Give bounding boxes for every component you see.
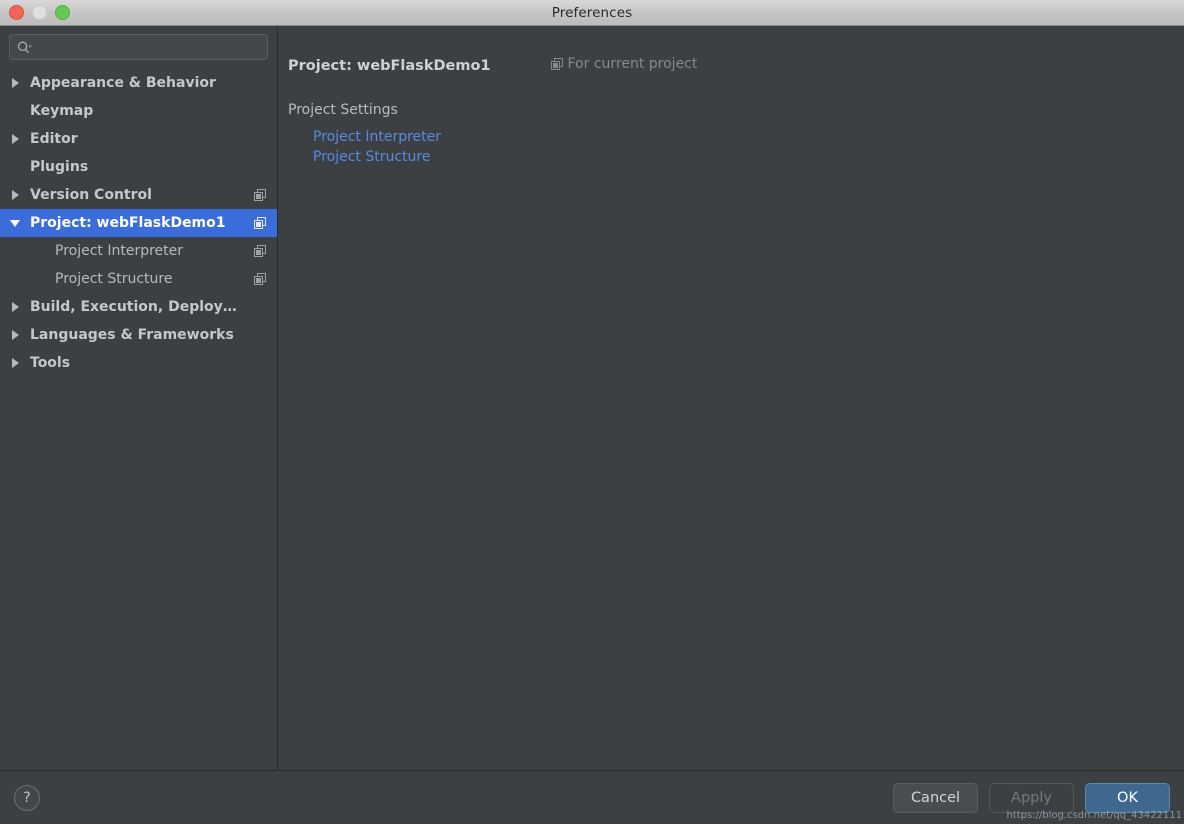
sidebar-item-project-webflaskdemo1[interactable]: Project: webFlaskDemo1 bbox=[0, 209, 277, 237]
chevron-right-icon[interactable] bbox=[0, 134, 30, 144]
content-header: Project: webFlaskDemo1 For current proje… bbox=[288, 56, 1184, 78]
sidebar-item-tools[interactable]: Tools bbox=[0, 349, 277, 377]
sidebar-item-label: Project: webFlaskDemo1 bbox=[30, 215, 226, 231]
sidebar-item-label: Editor bbox=[30, 131, 78, 147]
search-container bbox=[0, 26, 277, 66]
preferences-window: Preferences Appearance & Behavior Keymap bbox=[0, 0, 1184, 824]
copy-icon bbox=[251, 189, 269, 201]
close-window-button[interactable] bbox=[9, 5, 24, 20]
cancel-button[interactable]: Cancel bbox=[893, 782, 978, 813]
chevron-right-icon[interactable] bbox=[0, 190, 30, 200]
sidebar-item-label: Project Structure bbox=[55, 271, 173, 287]
sidebar-item-label: Version Control bbox=[30, 187, 152, 203]
window-title: Preferences bbox=[551, 4, 633, 21]
sidebar-item-version-control[interactable]: Version Control bbox=[0, 181, 277, 209]
chevron-right-icon[interactable] bbox=[0, 330, 30, 340]
sidebar-item-project-interpreter[interactable]: Project Interpreter bbox=[0, 237, 277, 265]
dialog-footer: ? Cancel Apply OK https://blog.csdn.net/… bbox=[0, 770, 1184, 824]
sidebar-item-languages-frameworks[interactable]: Languages & Frameworks bbox=[0, 321, 277, 349]
page-title: Project: webFlaskDemo1 bbox=[288, 58, 491, 74]
scope-note: For current project bbox=[550, 56, 698, 72]
settings-content-panel: Project: webFlaskDemo1 For current proje… bbox=[278, 26, 1184, 770]
sidebar-item-label: Appearance & Behavior bbox=[30, 75, 216, 91]
sidebar-item-label: Languages & Frameworks bbox=[30, 327, 234, 343]
chevron-right-icon[interactable] bbox=[0, 358, 30, 368]
apply-button: Apply bbox=[989, 782, 1074, 813]
sidebar-item-appearance-behavior[interactable]: Appearance & Behavior bbox=[0, 69, 277, 97]
chevron-right-icon[interactable] bbox=[0, 302, 30, 312]
copy-icon bbox=[251, 273, 269, 285]
sidebar-item-build-execution-deployment[interactable]: Build, Execution, Deployment bbox=[0, 293, 277, 321]
chevron-right-icon[interactable] bbox=[0, 78, 30, 88]
sidebar-item-label: Tools bbox=[30, 355, 71, 371]
sidebar-item-editor[interactable]: Editor bbox=[0, 125, 277, 153]
sidebar-item-label: Plugins bbox=[30, 159, 89, 175]
scope-note-label: For current project bbox=[567, 56, 698, 72]
search-icon bbox=[17, 41, 32, 54]
sidebar-item-keymap[interactable]: Keymap bbox=[0, 97, 277, 125]
dialog-buttons: Cancel Apply OK bbox=[893, 782, 1170, 813]
project-settings-links: Project Interpreter Project Structure bbox=[288, 129, 1184, 165]
sidebar-item-label: Keymap bbox=[30, 103, 94, 119]
chevron-down-icon[interactable] bbox=[0, 219, 30, 227]
dialog-body: Appearance & Behavior Keymap Editor Plugins… bbox=[0, 26, 1184, 770]
sidebar-item-plugins[interactable]: Plugins bbox=[0, 153, 277, 181]
copy-icon bbox=[251, 245, 269, 257]
settings-sidebar: Appearance & Behavior Keymap Editor Plugins… bbox=[0, 26, 278, 770]
sidebar-item-label: Project Interpreter bbox=[55, 243, 184, 259]
minimize-window-button[interactable] bbox=[32, 5, 47, 20]
ok-button[interactable]: OK bbox=[1085, 782, 1170, 813]
zoom-window-button[interactable] bbox=[55, 5, 70, 20]
section-label: Project Settings bbox=[288, 102, 398, 118]
link-project-interpreter[interactable]: Project Interpreter bbox=[313, 129, 441, 145]
sidebar-item-label: Build, Execution, Deployment bbox=[30, 299, 245, 315]
search-box[interactable] bbox=[9, 34, 268, 60]
link-project-structure[interactable]: Project Structure bbox=[313, 149, 430, 165]
settings-tree: Appearance & Behavior Keymap Editor Plugins… bbox=[0, 66, 277, 770]
copy-icon bbox=[251, 217, 269, 229]
copy-icon bbox=[550, 58, 563, 70]
sidebar-item-project-structure[interactable]: Project Structure bbox=[0, 265, 277, 293]
help-button[interactable]: ? bbox=[14, 784, 40, 811]
window-controls bbox=[0, 5, 70, 20]
title-bar: Preferences bbox=[0, 0, 1184, 26]
search-input[interactable] bbox=[37, 39, 260, 55]
